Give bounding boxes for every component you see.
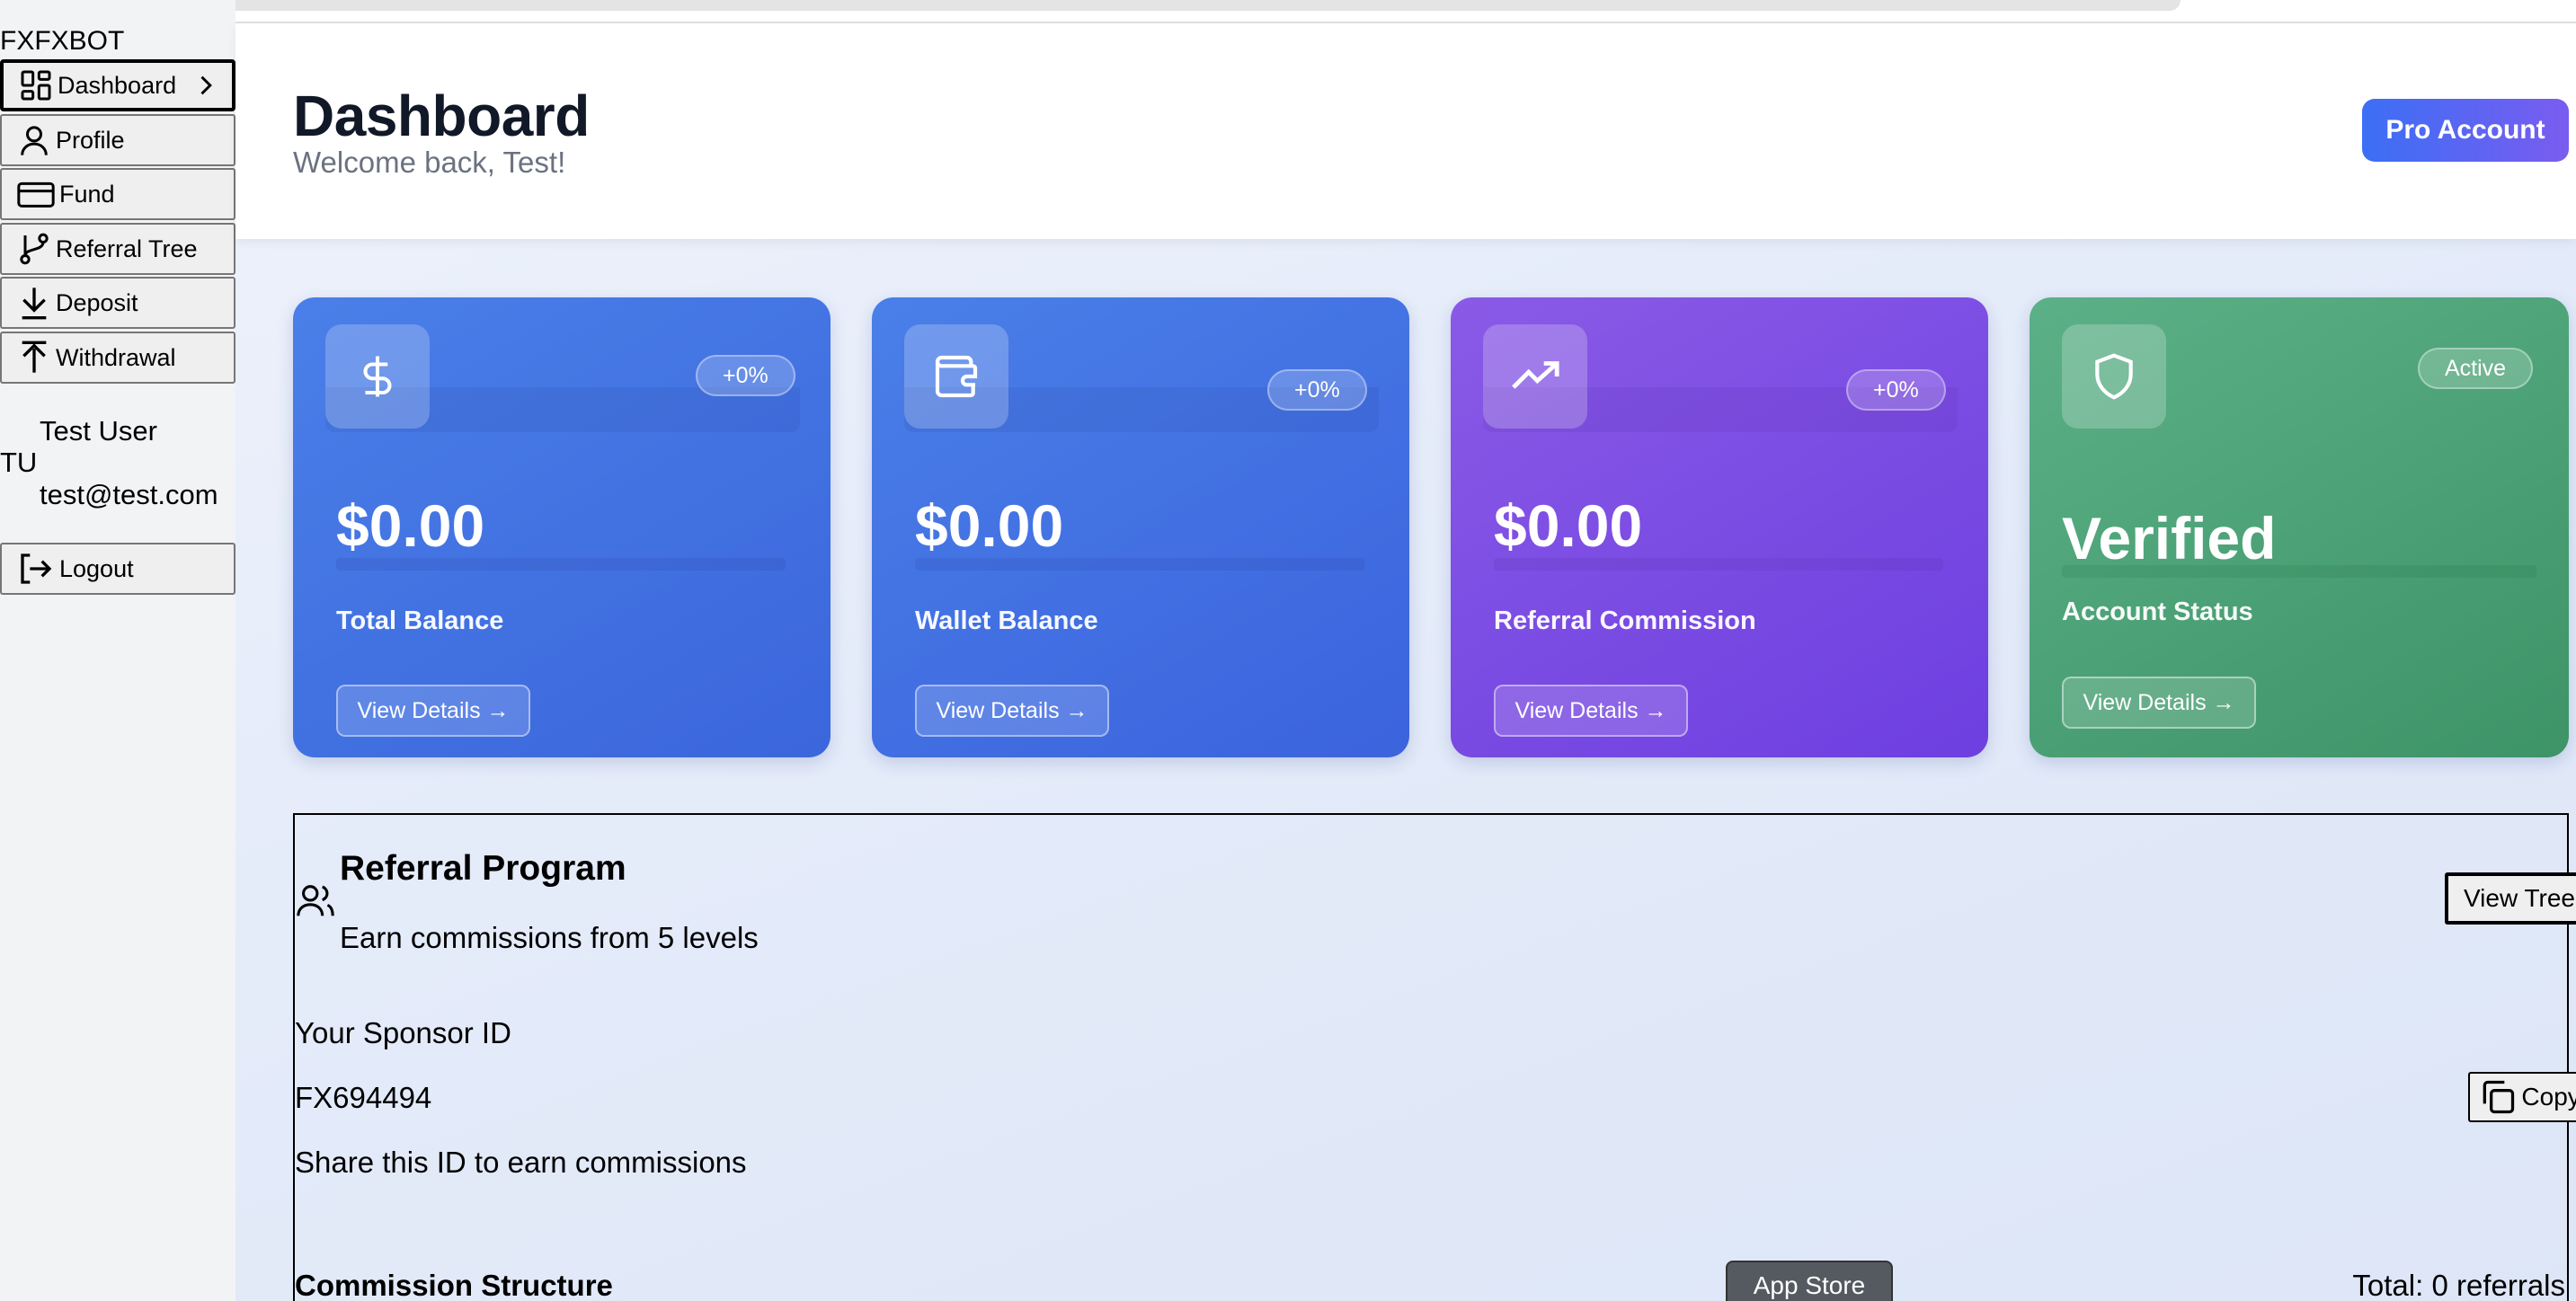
chevron-right-icon bbox=[200, 75, 212, 95]
referral-program-title: Referral Program bbox=[340, 849, 626, 888]
wallet-balance-card: +0% $0.00 Wallet Balance View Details → bbox=[872, 297, 1409, 757]
copy-id-label: Copy ID bbox=[2521, 1083, 2576, 1111]
nav-deposit-label: Deposit bbox=[56, 288, 138, 316]
browser-scrollbar[interactable] bbox=[216, 0, 2181, 11]
view-tree-button[interactable]: View Tree bbox=[2445, 872, 2576, 925]
view-details-button[interactable]: View Details → bbox=[2062, 677, 2256, 729]
card-icon-box bbox=[904, 324, 1008, 429]
nav-withdrawal-label: Withdrawal bbox=[56, 343, 176, 371]
sidebar: FXFXBOT Dashboard Profile Fund Referral … bbox=[0, 0, 235, 1301]
referral-program-subtitle: Earn commissions from 5 levels bbox=[340, 921, 759, 954]
referral-program-panel: Referral Program Earn commissions from 5… bbox=[293, 813, 2576, 1301]
welcome-text: Welcome back, Test! bbox=[293, 146, 566, 179]
commission-structure-title: Commission Structure bbox=[295, 1269, 613, 1301]
user-name: Test User bbox=[40, 415, 157, 447]
view-details-button[interactable]: View Details → bbox=[336, 685, 530, 737]
total-balance-card: +0% $0.00 Total Balance View Details → bbox=[293, 297, 831, 757]
account-status-value: Verified bbox=[2062, 505, 2277, 571]
logout-button[interactable]: Logout bbox=[0, 543, 235, 595]
arrow-down-icon bbox=[22, 288, 47, 320]
account-status-label: Account Status bbox=[2062, 597, 2253, 626]
trending-up-icon bbox=[1512, 361, 1559, 389]
referral-commission-label: Referral Commission bbox=[1494, 606, 1756, 635]
dollar-icon bbox=[363, 356, 392, 397]
pro-account-button[interactable]: Pro Account bbox=[2362, 99, 2569, 162]
view-details-button[interactable]: View Details → bbox=[915, 685, 1109, 737]
amount-strip bbox=[915, 558, 1364, 571]
nav-profile-button[interactable]: Profile bbox=[0, 114, 235, 166]
nav-referral-tree-label: Referral Tree bbox=[56, 235, 198, 262]
wallet-balance-amount: $0.00 bbox=[915, 492, 1064, 559]
nav-dashboard-button[interactable]: Dashboard bbox=[0, 59, 235, 111]
status-badge: Active bbox=[2418, 348, 2534, 389]
credit-card-icon bbox=[17, 181, 55, 208]
nav-fund-button[interactable]: Fund bbox=[0, 168, 235, 220]
referral-commission-amount: $0.00 bbox=[1494, 492, 1643, 559]
view-tree-label: View Tree bbox=[2464, 884, 2575, 912]
users-icon bbox=[297, 885, 334, 916]
page-header: Dashboard Welcome back, Test! Pro Accoun… bbox=[235, 23, 2576, 239]
arrow-up-icon bbox=[22, 341, 47, 373]
sponsor-id-value: FX694494 bbox=[295, 1081, 432, 1114]
shield-icon bbox=[2095, 353, 2133, 400]
nav-deposit-button[interactable]: Deposit bbox=[0, 277, 235, 329]
change-badge: +0% bbox=[1267, 369, 1367, 411]
wallet-icon bbox=[935, 355, 978, 398]
nav-fund-label: Fund bbox=[59, 180, 115, 208]
referral-commission-card: +0% $0.00 Referral Commission View Detai… bbox=[1451, 297, 1988, 757]
total-referrals: Total: 0 referrals bbox=[2352, 1269, 2565, 1301]
user-email: test@test.com bbox=[40, 479, 218, 510]
change-badge: +0% bbox=[1846, 369, 1946, 411]
card-icon-box bbox=[2062, 324, 2166, 429]
brand-logo-text: FXFXBOT bbox=[0, 26, 125, 56]
nav-dashboard-label: Dashboard bbox=[58, 71, 177, 99]
logout-icon bbox=[21, 553, 52, 584]
sponsor-id-note: Share this ID to earn commissions bbox=[295, 1146, 747, 1179]
page-title: Dashboard bbox=[293, 84, 590, 148]
copy-id-button[interactable]: Copy ID bbox=[2468, 1072, 2576, 1122]
wallet-balance-label: Wallet Balance bbox=[915, 606, 1098, 635]
amount-strip bbox=[336, 558, 786, 571]
total-balance-label: Total Balance bbox=[336, 606, 504, 635]
card-icon-box bbox=[325, 324, 430, 429]
card-icon-box bbox=[1483, 324, 1587, 429]
view-details-button[interactable]: View Details → bbox=[1494, 685, 1688, 737]
logout-label: Logout bbox=[59, 554, 134, 582]
git-branch-icon bbox=[20, 233, 49, 265]
change-badge: +0% bbox=[696, 355, 795, 396]
amount-strip bbox=[1494, 558, 1943, 571]
avatar: TU bbox=[0, 447, 38, 478]
total-balance-amount: $0.00 bbox=[336, 492, 485, 559]
user-icon bbox=[21, 126, 48, 155]
nav-profile-label: Profile bbox=[56, 126, 125, 154]
main-content: Dashboard Welcome back, Test! Pro Accoun… bbox=[235, 23, 2576, 1301]
nav-referral-tree-button[interactable]: Referral Tree bbox=[0, 223, 235, 275]
copy-icon bbox=[2483, 1080, 2515, 1114]
app-store-button[interactable]: App Store bbox=[1726, 1261, 1893, 1301]
sponsor-id-label: Your Sponsor ID bbox=[295, 1016, 511, 1049]
dashboard-grid-icon bbox=[21, 70, 51, 101]
account-status-card: Active Verified Account Status View Deta… bbox=[2030, 297, 2569, 757]
nav-withdrawal-button[interactable]: Withdrawal bbox=[0, 332, 235, 384]
